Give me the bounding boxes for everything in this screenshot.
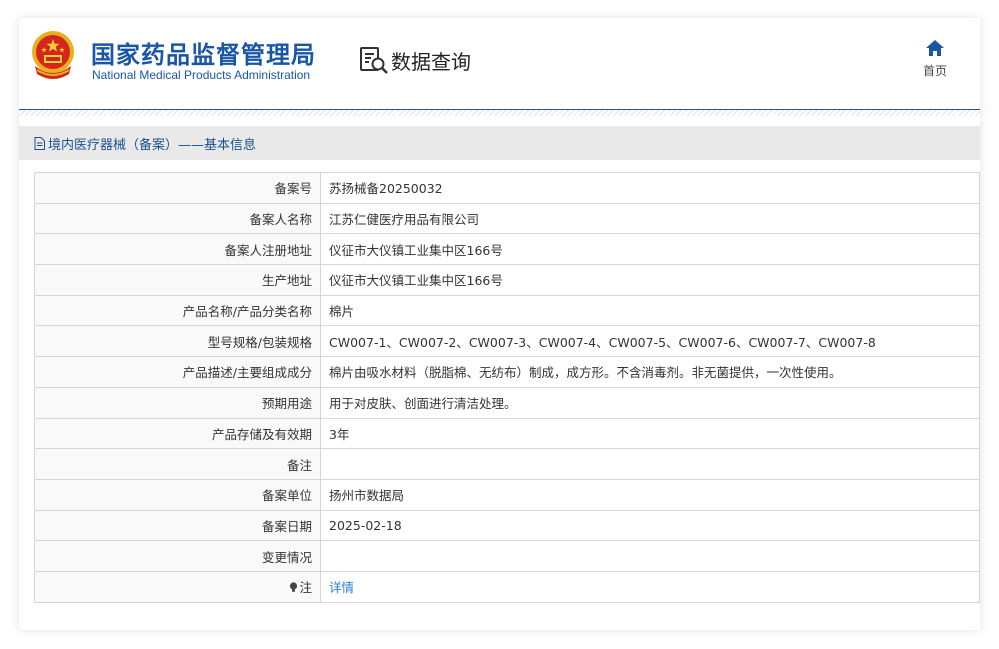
- row-label: 备案单位: [34, 478, 321, 511]
- details-link[interactable]: 详情: [329, 580, 354, 595]
- row-value: 3年: [320, 417, 980, 450]
- section-header: 境内医疗器械（备案）——基本信息: [19, 126, 980, 160]
- table-row: 备案人注册地址 仪征市大仪镇工业集中区166号: [34, 233, 980, 266]
- device-info-table: 备案号 苏扬械备20250032 备案人名称 江苏仁健医疗用品有限公司 备案人注…: [34, 172, 980, 603]
- home-icon[interactable]: [925, 38, 945, 58]
- row-value: [320, 448, 980, 480]
- data-query-title: 数据查询: [359, 45, 471, 75]
- row-label: 备案人注册地址: [34, 233, 321, 266]
- table-row: 备注: [34, 448, 980, 480]
- table-row: 备案号 苏扬械备20250032: [34, 172, 980, 204]
- row-value: 棉片由吸水材料（脱脂棉、无纺布）制成，成方形。不含消毒剂。非无菌提供，一次性使用…: [320, 356, 980, 388]
- row-label: 产品描述/主要组成成分: [34, 356, 321, 388]
- row-label: 生产地址: [34, 264, 321, 296]
- table-row: 产品存储及有效期 3年: [34, 417, 980, 450]
- table-row: 产品描述/主要组成成分 棉片由吸水材料（脱脂棉、无纺布）制成，成方形。不含消毒剂…: [34, 356, 980, 388]
- table-row: 生产地址 仪征市大仪镇工业集中区166号: [34, 264, 980, 296]
- row-label: 产品存储及有效期: [34, 417, 321, 450]
- data-query-label: 数据查询: [391, 49, 471, 74]
- row-label: 备案号: [34, 172, 321, 204]
- table-row: 产品名称/产品分类名称 棉片: [34, 294, 980, 327]
- row-label: 备注: [34, 448, 321, 480]
- note-value-cell: 详情: [320, 570, 980, 603]
- page-card: 国家药品监督管理局 National Medical Products Admi…: [19, 18, 980, 630]
- document-search-icon: [360, 47, 388, 74]
- row-value: 棉片: [320, 294, 980, 327]
- lightbulb-icon: [290, 582, 298, 592]
- row-value: 仪征市大仪镇工业集中区166号: [320, 264, 980, 296]
- table-row: 变更情况: [34, 540, 980, 572]
- header-pattern-band: [19, 110, 980, 116]
- note-label: 注: [299, 580, 312, 596]
- home-link[interactable]: 首页: [915, 38, 955, 79]
- table-row: 备案日期 2025-02-18: [34, 509, 980, 542]
- row-value: 扬州市数据局: [320, 478, 980, 511]
- row-value: [320, 540, 980, 572]
- site-header: 国家药品监督管理局 National Medical Products Admi…: [19, 18, 980, 110]
- row-value: 仪征市大仪镇工业集中区166号: [320, 233, 980, 266]
- row-value: 苏扬械备20250032: [320, 172, 980, 204]
- table-row-note: 注 详情: [34, 570, 980, 603]
- document-icon: [34, 136, 45, 150]
- table-row: 备案人名称 江苏仁健医疗用品有限公司: [34, 202, 980, 235]
- site-title-cn[interactable]: 国家药品监督管理局: [91, 35, 316, 70]
- national-emblem-icon[interactable]: [29, 30, 77, 82]
- site-title-en[interactable]: National Medical Products Administration: [92, 68, 310, 82]
- row-value: 2025-02-18: [320, 509, 980, 542]
- table-row: 型号规格/包装规格 CW007-1、CW007-2、CW007-3、CW007-…: [34, 325, 980, 358]
- row-value: 江苏仁健医疗用品有限公司: [320, 202, 980, 235]
- row-value: 用于对皮肤、创面进行清洁处理。: [320, 386, 980, 419]
- row-label: 产品名称/产品分类名称: [34, 294, 321, 327]
- home-label[interactable]: 首页: [915, 62, 955, 79]
- note-label-cell: 注: [34, 570, 321, 603]
- row-label: 备案日期: [34, 509, 321, 542]
- row-label: 型号规格/包装规格: [34, 325, 321, 358]
- row-label: 变更情况: [34, 540, 321, 572]
- table-row: 备案单位 扬州市数据局: [34, 478, 980, 511]
- section-title: 境内医疗器械（备案）——基本信息: [48, 137, 257, 153]
- table-row: 预期用途 用于对皮肤、创面进行清洁处理。: [34, 386, 980, 419]
- row-value: CW007-1、CW007-2、CW007-3、CW007-4、CW007-5、…: [320, 325, 980, 358]
- row-label: 备案人名称: [34, 202, 321, 235]
- row-label: 预期用途: [34, 386, 321, 419]
